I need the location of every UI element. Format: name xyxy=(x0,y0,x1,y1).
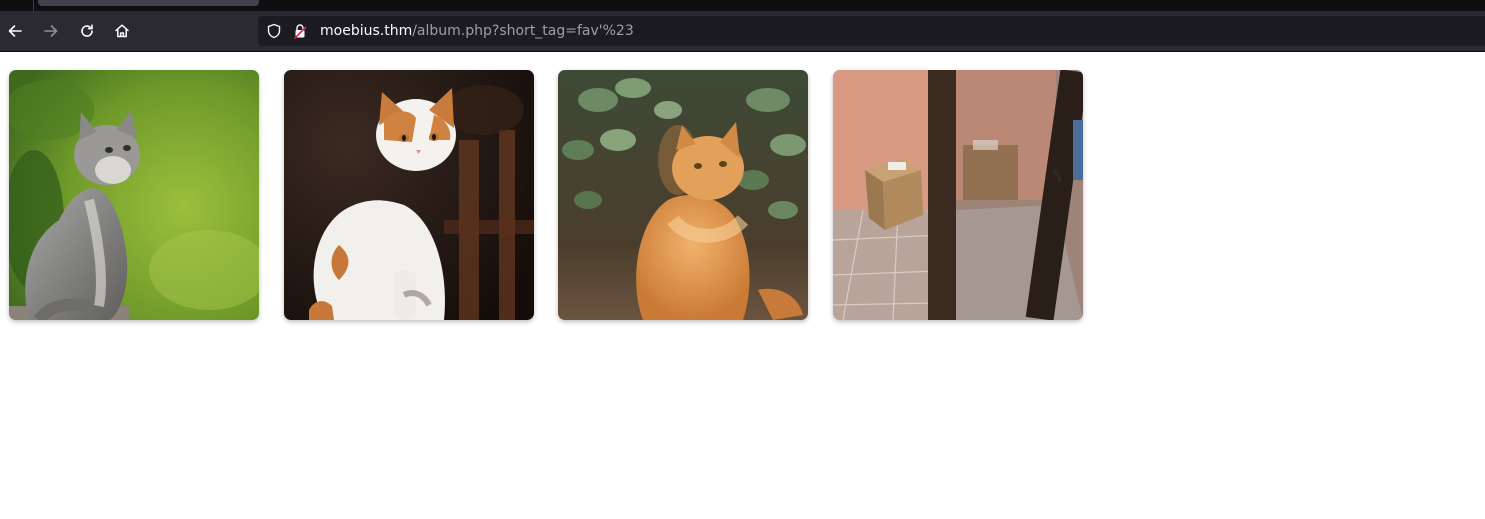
album-photo-grey-kitten[interactable] xyxy=(9,70,259,320)
tab-strip xyxy=(0,0,1485,11)
forward-button[interactable] xyxy=(39,19,63,43)
album-photo-white-orange-cat[interactable] xyxy=(284,70,534,320)
arrow-left-icon xyxy=(8,25,22,37)
tab-separator xyxy=(33,0,34,11)
url-text[interactable]: moebius.thm/album.php?short_tag=fav'%23 xyxy=(320,16,634,46)
reload-icon xyxy=(81,24,93,37)
home-button[interactable] xyxy=(110,19,134,43)
shield-icon[interactable] xyxy=(266,23,282,39)
insecure-lock-icon[interactable] xyxy=(292,23,308,39)
url-path: /album.php?short_tag=fav'%23 xyxy=(412,23,634,39)
active-tab[interactable] xyxy=(38,0,259,6)
address-bar[interactable]: moebius.thm/album.php?short_tag=fav'%23 xyxy=(258,16,1485,46)
reload-button[interactable] xyxy=(75,19,99,43)
arrow-right-icon xyxy=(44,25,58,37)
home-icon xyxy=(115,24,129,38)
navigation-toolbar: moebius.thm/album.php?short_tag=fav'%23 xyxy=(0,11,1485,52)
back-button[interactable] xyxy=(3,19,27,43)
url-host: moebius.thm xyxy=(320,23,413,39)
album-photo-orange-cat[interactable] xyxy=(558,70,808,320)
album-photo-box-door[interactable] xyxy=(833,70,1083,320)
